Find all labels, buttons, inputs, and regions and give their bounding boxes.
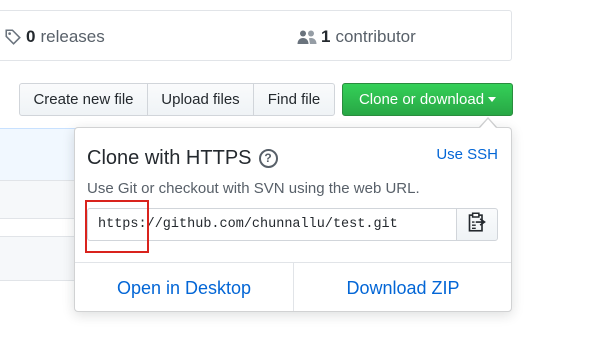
open-in-desktop-button[interactable]: Open in Desktop <box>75 278 293 299</box>
contributors-count: 1 <box>321 27 331 46</box>
file-row-highlighted <box>0 128 80 181</box>
file-row <box>0 181 80 219</box>
contributors-stat[interactable]: 1 contributor <box>297 27 416 47</box>
clone-or-download-button[interactable]: Clone or download <box>342 83 513 116</box>
releases-count: 0 <box>26 27 36 46</box>
clone-title-text: Clone with HTTPS <box>87 147 252 169</box>
releases-label: releases <box>40 27 105 46</box>
caret-down-icon <box>488 96 497 102</box>
clone-dropdown-panel: Clone with HTTPS ? Use SSH Use Git or ch… <box>74 127 512 312</box>
download-zip-button[interactable]: Download ZIP <box>294 278 512 299</box>
create-new-file-button[interactable]: Create new file <box>19 83 148 116</box>
dropdown-pointer-fill <box>480 119 496 128</box>
clone-panel-title: Clone with HTTPS ? <box>87 147 278 170</box>
question-help-icon[interactable]: ? <box>258 149 278 168</box>
find-file-button[interactable]: Find file <box>253 83 335 116</box>
file-row <box>0 236 80 281</box>
copy-to-clipboard-button[interactable] <box>456 208 498 241</box>
use-ssh-link[interactable]: Use SSH <box>436 146 498 163</box>
clone-description: Use Git or checkout with SVN using the w… <box>87 180 420 197</box>
releases-stat[interactable]: 0 releases <box>4 27 105 47</box>
clipboard-icon <box>468 212 486 237</box>
upload-files-button[interactable]: Upload files <box>147 83 254 116</box>
clone-button-label: Clone or download <box>358 91 485 108</box>
highlight-annotation-box <box>85 200 149 253</box>
repo-stats-bar: 0 releases 1 contributor <box>0 10 512 61</box>
tag-icon <box>4 28 22 46</box>
people-icon <box>297 28 317 46</box>
contributors-label: contributor <box>335 27 416 46</box>
